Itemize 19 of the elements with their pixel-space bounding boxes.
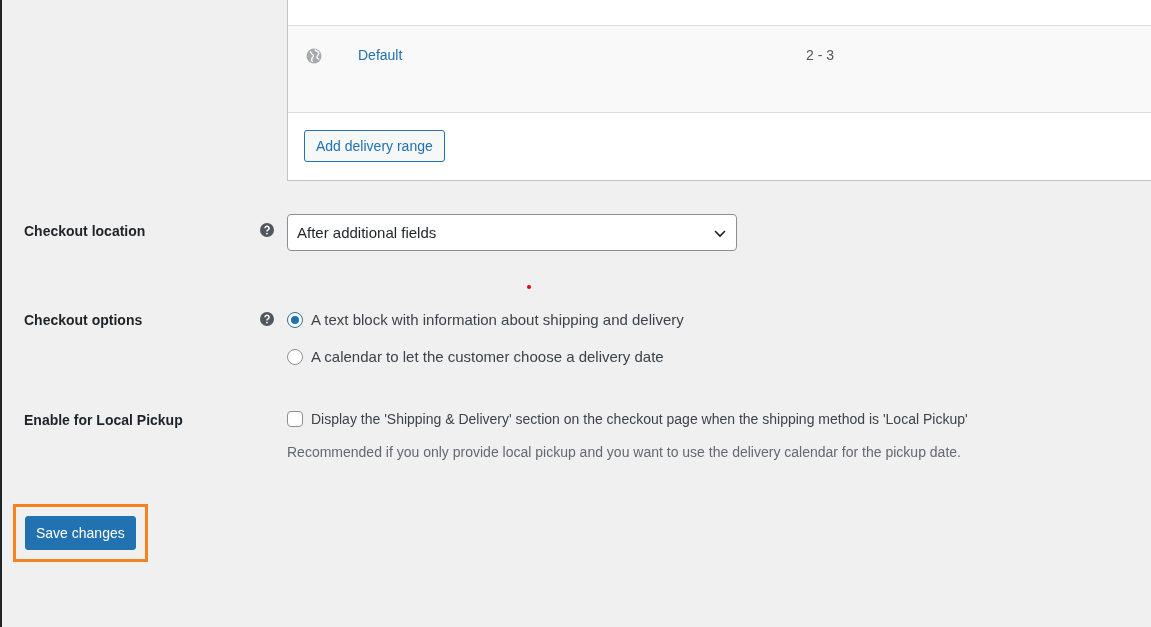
range-name-link[interactable]: Default xyxy=(358,47,806,63)
setting-label: Checkout options xyxy=(24,311,144,328)
setting-label: Checkout location xyxy=(24,222,147,239)
save-changes-button[interactable]: Save changes xyxy=(25,516,136,550)
help-icon[interactable] xyxy=(260,312,274,326)
field-description: Recommended if you only provide local pickup and you want to use the delivery calendar for the pickup date. xyxy=(287,444,962,460)
globe-icon xyxy=(306,48,322,64)
setting-label: Enable for Local Pickup xyxy=(24,411,184,428)
add-delivery-range-button[interactable]: Add delivery range xyxy=(304,130,445,162)
table-cell: 2 - 3 xyxy=(806,47,834,63)
select-dropdown[interactable]: After additional fields xyxy=(287,214,737,251)
radio-label: A text block with information about shipping and delivery xyxy=(311,311,684,328)
radio-button[interactable] xyxy=(287,348,303,365)
checkbox[interactable] xyxy=(287,411,303,427)
dot-mark xyxy=(527,285,531,289)
checkbox-label: Display the 'Shipping & Delivery' section on the checkout page when the shipping method is 'Local Pickup' xyxy=(311,411,968,427)
radio-label: A calendar to let the customer choose a delivery date xyxy=(311,348,664,365)
radio-button[interactable] xyxy=(287,311,303,328)
help-icon[interactable] xyxy=(260,223,274,237)
